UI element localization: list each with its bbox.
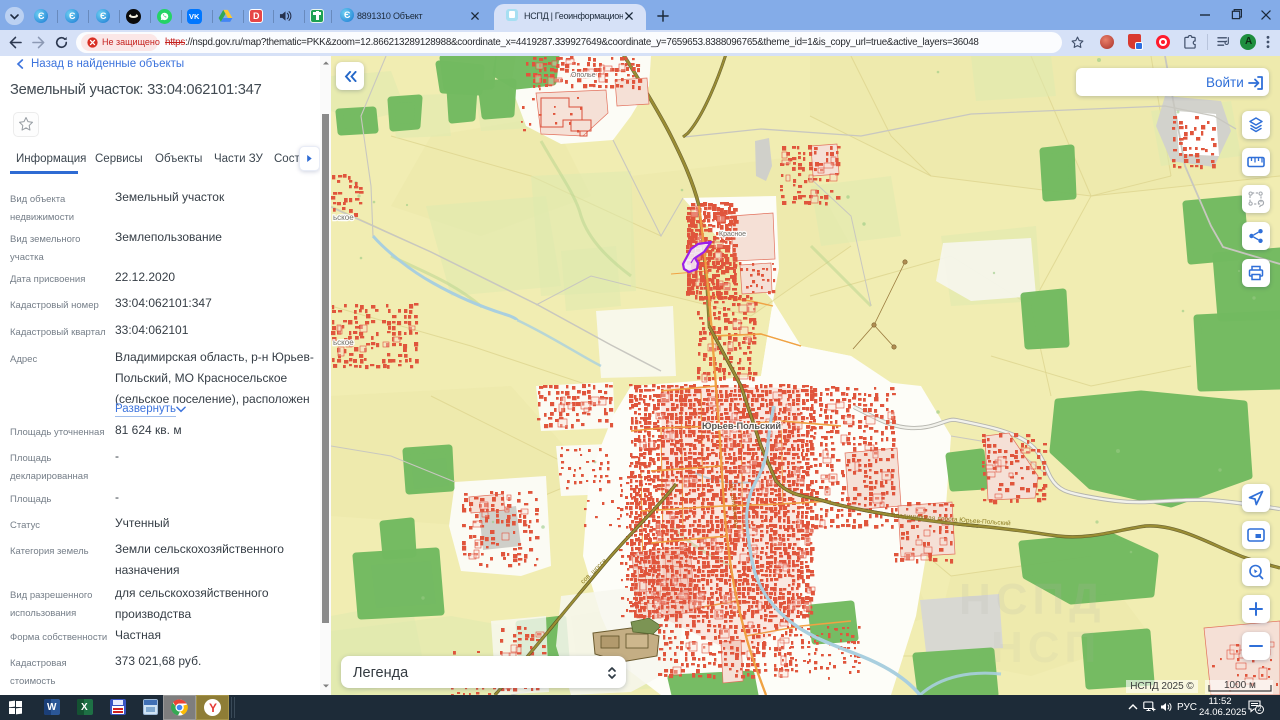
svg-text:НСПД: НСПД	[959, 575, 1106, 624]
svg-text:НСП: НСП	[991, 623, 1101, 672]
svg-text:ьское: ьское	[333, 213, 354, 222]
svg-text:Юрьев-Польский: Юрьев-Польский	[702, 421, 781, 431]
svg-text:ьское: ьское	[333, 338, 354, 347]
svg-text:Ополье: Ополье	[571, 72, 596, 79]
svg-text:Красное: Красное	[719, 231, 746, 238]
